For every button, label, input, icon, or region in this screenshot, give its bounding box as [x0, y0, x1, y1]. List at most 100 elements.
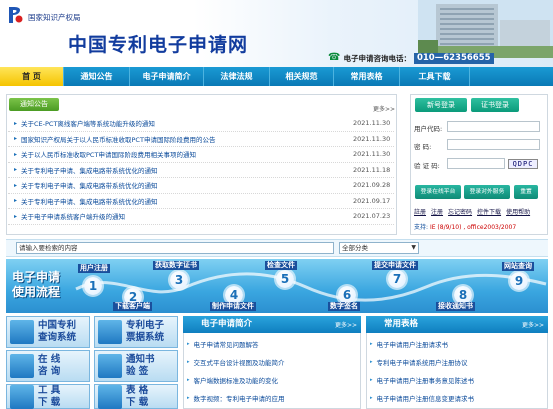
forms-more-link[interactable]: 更多>> [522, 317, 544, 334]
forms-item-text[interactable]: 电子申请用户注册请求书 [377, 339, 449, 349]
notice-item[interactable]: ▸ 关于CE-PCT离线客户端等系统功能升级的通知 2021.11.30 [8, 116, 394, 132]
flow-title-line1: 电子申请 [12, 270, 61, 284]
notice-item[interactable]: ▸ 关于专利电子申请、集成电路带系统优化的通知 2021.11.18 [8, 163, 394, 178]
user-code-input[interactable] [447, 121, 540, 132]
forms-item-text[interactable]: 电子申请用户注册事务意见陈述书 [377, 375, 475, 385]
notice-title[interactable]: 关于以人民币标准收取PCT申请国际阶段费用相关事项的通知 [21, 149, 351, 159]
intro-item-text[interactable]: 电子申请常见问题解答 [194, 339, 259, 349]
notice-title[interactable]: 关于专利电子申请、集成电路带系统优化的通知 [21, 165, 351, 175]
notice-title[interactable]: 关于专利电子申请、集成电路带系统优化的通知 [21, 196, 351, 206]
forms-download-button[interactable]: 表 格下 载 [94, 384, 178, 409]
quick-label-line1: 表 格 [126, 384, 149, 396]
notice-title[interactable]: 关于专利电子申请、集成电路带系统优化的通知 [21, 180, 351, 190]
intro-item-text[interactable]: 客户端数据标准及功能的变化 [194, 375, 279, 385]
step-7-label[interactable]: 提交申请文件 [372, 261, 418, 270]
intro-item-text[interactable]: 数字视频：专利电子申请的应用 [194, 393, 285, 403]
bullet-icon: ▸ [14, 181, 18, 189]
step-8-label[interactable]: 接收通知书 [436, 302, 475, 311]
online-consult-button[interactable]: 在 线咨 询 [6, 350, 90, 382]
nav-specs[interactable]: 相关规范 [270, 67, 334, 86]
step-5-number: 5 [276, 270, 294, 288]
notice-title[interactable]: 关于电子申请系统客户端升级的通知 [21, 211, 351, 221]
intro-item-text[interactable]: 交互式平台设计视图及功能简介 [194, 357, 285, 367]
step-7-number: 7 [388, 270, 406, 288]
tab-cert-login[interactable]: 证书登录 [471, 98, 519, 112]
notice-title[interactable]: 关于CE-PCT离线客户端等系统功能升级的通知 [21, 118, 351, 128]
password-input[interactable] [447, 139, 540, 150]
nav-home[interactable]: 首 页 [0, 67, 64, 86]
step-5-label[interactable]: 检查文件 [265, 261, 297, 270]
nav-downloads[interactable]: 工具下载 [400, 67, 470, 86]
phone-icon: ☎ [328, 52, 341, 63]
site-header: 国家知识产权局 中国专利电子申请网 ☎ 电子申请咨询电话： 010—623566… [0, 0, 553, 67]
intro-item[interactable]: ▸ 电子申请常见问题解答 [187, 339, 259, 349]
quick-label: 中国专利 查询系统 [38, 320, 76, 344]
step-4-label[interactable]: 制作申请文件 [210, 302, 256, 311]
notice-item[interactable]: ▸ 国家知识产权局关于以人民币标准收取PCT申请国际阶段费用的公告 2021.11.… [8, 132, 394, 147]
link-register-cn[interactable]: 註册 [414, 207, 426, 216]
nav-laws[interactable]: 法律法规 [204, 67, 270, 86]
download-icon [10, 384, 34, 409]
notice-tab[interactable]: 通知公告 [9, 98, 59, 111]
link-forgot-password[interactable]: 忘记密码 [448, 207, 472, 216]
notice-date: 2021.09.28 [353, 181, 391, 190]
intro-item[interactable]: ▸ 数字视频：专利电子申请的应用 [187, 393, 285, 403]
tab-login[interactable]: 新号登录 [415, 98, 467, 112]
step-6-label[interactable]: 数字签名 [328, 302, 360, 311]
nav-forms[interactable]: 常用表格 [334, 67, 400, 86]
intro-item[interactable]: ▸ 客户端数据标准及功能的变化 [187, 375, 278, 385]
login-links: 註册 注册 忘记密码 控件下载 使用帮助 [414, 207, 530, 216]
form-icon [98, 384, 122, 409]
forms-item[interactable]: ▸ 电子申请用户注册事务意见陈述书 [370, 375, 474, 385]
tools-download-button[interactable]: 工 具下 载 [6, 384, 90, 409]
step-9-label[interactable]: 网站查询 [502, 262, 534, 271]
notice-item[interactable]: ▸ 关于以人民币标准收取PCT申请国际阶段费用相关事项的通知 2021.11.30 [8, 147, 394, 163]
intro-panel-header: 电子申请简介 更多>> [183, 316, 361, 333]
hotline-label: 电子申请咨询电话： [343, 53, 411, 63]
cnipa-logo-icon [5, 5, 25, 25]
step-2-label[interactable]: 下载客户端 [113, 302, 152, 311]
notice-item[interactable]: ▸ 关于电子申请系统客户端升级的通知 2021.07.23 [8, 209, 394, 225]
link-control-download[interactable]: 控件下载 [477, 207, 501, 216]
notice-item[interactable]: ▸ 关于专利电子申请、集成电路带系统优化的通知 2021.09.17 [8, 194, 394, 209]
quick-label-line2: 查询系统 [38, 332, 77, 343]
bullet-icon: ▸ [370, 359, 373, 365]
quick-label-line1: 通知书 [126, 354, 155, 365]
quick-label: 通知书验 签 [126, 354, 155, 378]
search-input[interactable]: 请输入要检索的内容 [16, 242, 334, 254]
link-register[interactable]: 注册 [431, 207, 443, 216]
intro-item[interactable]: ▸ 交互式平台设计视图及功能简介 [187, 357, 285, 367]
browser-support: 支持: IE (8/9/10) , office2003/2007 [414, 222, 516, 231]
captcha-label: 验 证 码: [414, 162, 440, 170]
notice-date: 2021.09.17 [353, 196, 391, 205]
forms-item-text[interactable]: 专利电子申请系统用户注册协议 [377, 357, 468, 367]
verify-icon [98, 354, 122, 378]
search-category-select[interactable]: 全部分类 ▼ [339, 242, 419, 254]
bullet-icon: ▸ [370, 377, 373, 383]
nav-intro[interactable]: 电子申请简介 [130, 67, 204, 86]
forms-item[interactable]: ▸ 专利电子申请系统用户注册协议 [370, 357, 468, 367]
link-help[interactable]: 使用帮助 [506, 207, 530, 216]
forms-item[interactable]: ▸ 电子申请用户注册信息变更请求书 [370, 393, 474, 403]
patent-search-button[interactable]: 中国专利 查询系统 [6, 316, 90, 348]
step-1-label[interactable]: 用户注册 [78, 264, 110, 273]
forms-item-text[interactable]: 电子申请用户注册信息变更请求书 [377, 393, 475, 403]
notice-date: 2021.11.30 [353, 119, 391, 128]
captcha-image[interactable]: QDPC [508, 159, 538, 169]
intro-more-link[interactable]: 更多>> [335, 317, 357, 334]
login-system-button[interactable]: 登录在线平台 [415, 185, 461, 199]
e-invoice-button[interactable]: 专利电子 票据系统 [94, 316, 178, 348]
notice-title[interactable]: 国家知识产权局关于以人民币标准收取PCT申请国际阶段费用的公告 [21, 134, 351, 144]
bullet-icon: ▸ [14, 212, 18, 220]
notice-date: 2021.11.30 [353, 150, 391, 159]
forms-item[interactable]: ▸ 电子申请用户注册请求书 [370, 339, 448, 349]
notice-item[interactable]: ▸ 关于专利电子申请、集成电路带系统优化的通知 2021.09.28 [8, 178, 394, 194]
step-3-number: 3 [170, 271, 188, 289]
reset-button[interactable]: 重置 [514, 185, 538, 199]
notice-more-link[interactable]: 更多>> [373, 104, 395, 113]
login-external-button[interactable]: 登录对外服务 [464, 185, 510, 199]
captcha-input[interactable] [447, 158, 505, 169]
notice-verify-button[interactable]: 通知书验 签 [94, 350, 178, 382]
nav-notices[interactable]: 通知公告 [64, 67, 130, 86]
step-3-label[interactable]: 获取数字证书 [153, 261, 199, 270]
